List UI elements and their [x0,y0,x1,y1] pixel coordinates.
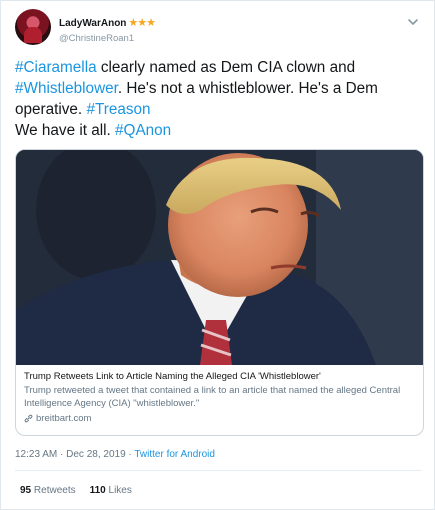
likes-label: Likes [108,485,132,496]
likes-count: 110 [89,485,106,496]
card-body: Trump Retweets Link to Article Naming th… [24,370,415,425]
tweet-meta: 12:23 AM · Dec 28, 2019 · Twitter for An… [15,449,215,460]
tweet-text: #Ciaramella clearly named as Dem CIA clo… [15,57,425,141]
chevron-down-icon[interactable] [406,15,420,29]
tweet-text-segment: clearly named as Dem CIA clown and [96,59,356,76]
link-icon [24,414,33,423]
hashtag-qanon[interactable]: #QAnon [115,122,171,139]
tweet-header: LadyWarAnon ★★★ @ChristineRoan1 [15,9,424,49]
card-description: Trump retweeted a tweet that contained a… [24,385,401,409]
divider [15,470,422,471]
link-card[interactable]: Trump Retweets Link to Article Naming th… [15,149,424,436]
user-handle[interactable]: @ChristineRoan1 [59,33,155,44]
engagement-stats: 95 Retweets 110 Likes [20,485,132,496]
timestamp[interactable]: 12:23 AM · Dec 28, 2019 [15,449,126,460]
portrait-image [16,150,423,365]
card-domain-text: breitbart.com [36,413,92,424]
retweets-count: 95 [20,485,32,496]
user-names: LadyWarAnon ★★★ @ChristineRoan1 [59,13,156,44]
likes-stat[interactable]: 110 Likes [90,485,132,496]
card-title[interactable]: Trump Retweets Link to Article Naming th… [24,370,415,383]
client-link[interactable]: Twitter for Android [134,449,215,460]
card-image[interactable] [16,150,423,365]
hashtag-ciaramella[interactable]: #Ciaramella [15,59,97,76]
hashtag-whistleblower[interactable]: #Whistleblower [15,80,118,97]
hashtag-treason[interactable]: #Treason [86,101,150,118]
display-name[interactable]: LadyWarAnon [59,18,126,29]
tweet-text-segment: We have it all. [15,122,116,139]
retweets-label: Retweets [33,485,76,496]
retweets-stat[interactable]: 95 Retweets [20,485,76,496]
card-domain: breitbart.com [24,412,415,425]
avatar[interactable] [15,9,51,45]
tweet-container: LadyWarAnon ★★★ @ChristineRoan1 #Ciaramel… [0,0,435,510]
star-badges: ★★★ [128,17,156,29]
